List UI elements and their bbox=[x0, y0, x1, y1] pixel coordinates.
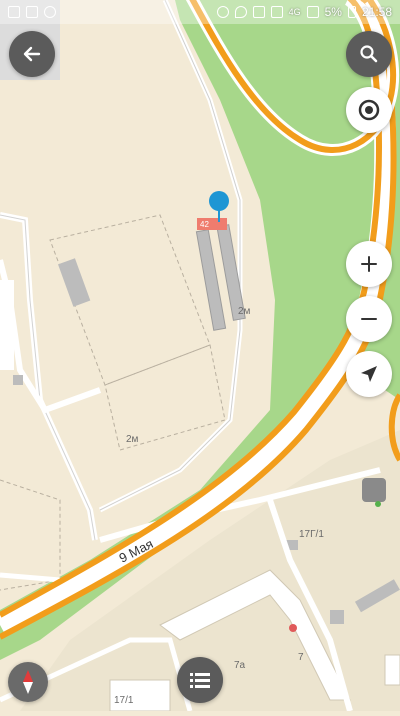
house-number: 2м bbox=[238, 306, 251, 317]
house-number: 17Г/1 bbox=[299, 529, 324, 540]
poi-icon[interactable] bbox=[289, 624, 297, 632]
list-view-button[interactable] bbox=[177, 657, 223, 703]
map-canvas[interactable]: 9 Мая 2м 2м 17Г/1 7 7а 17/1 42 bbox=[0, 0, 400, 712]
navigation-arrow-icon bbox=[361, 366, 377, 382]
house-number: 17/1 bbox=[114, 695, 134, 706]
battery-icon bbox=[347, 6, 356, 18]
file-notification-icon bbox=[26, 6, 38, 18]
building bbox=[0, 280, 14, 370]
network-type: 4G bbox=[288, 7, 301, 17]
search-icon bbox=[360, 45, 378, 63]
house-number: 7а bbox=[234, 660, 246, 671]
pharmacy-icon[interactable] bbox=[375, 501, 381, 507]
house-number: 42 bbox=[200, 220, 209, 229]
residential-block bbox=[384, 654, 400, 686]
building bbox=[330, 610, 344, 624]
minus-icon bbox=[361, 318, 377, 320]
signal-icon bbox=[270, 6, 283, 18]
my-location-button[interactable] bbox=[346, 351, 392, 397]
building bbox=[13, 375, 23, 385]
signal-strength-icon bbox=[306, 6, 319, 18]
plus-icon bbox=[361, 256, 377, 272]
map-view[interactable]: 9 Мая 2м 2м 17Г/1 7 7а 17/1 42 bbox=[0, 0, 400, 712]
layers-icon bbox=[358, 99, 380, 121]
compass-icon bbox=[23, 670, 33, 694]
location-icon bbox=[234, 6, 247, 18]
arrow-left-icon bbox=[23, 46, 41, 62]
clock: 21:58 bbox=[361, 5, 392, 19]
zoom-in-button[interactable] bbox=[346, 241, 392, 287]
house-number: 7 bbox=[298, 652, 304, 663]
sync-icon bbox=[216, 6, 229, 18]
whatsapp-icon bbox=[44, 6, 56, 18]
status-bar: 4G 5% 21:58 bbox=[0, 0, 400, 24]
image-notification-icon bbox=[8, 6, 20, 18]
back-button[interactable] bbox=[9, 31, 55, 77]
zoom-out-button[interactable] bbox=[346, 296, 392, 342]
battery-percent: 5% bbox=[324, 5, 342, 19]
compass-button[interactable] bbox=[8, 662, 48, 702]
list-icon bbox=[190, 673, 210, 688]
house-number: 2м bbox=[126, 434, 139, 445]
search-button[interactable] bbox=[346, 31, 392, 77]
sim-icon bbox=[252, 6, 265, 18]
store-icon[interactable] bbox=[362, 478, 386, 502]
layers-button[interactable] bbox=[346, 87, 392, 133]
